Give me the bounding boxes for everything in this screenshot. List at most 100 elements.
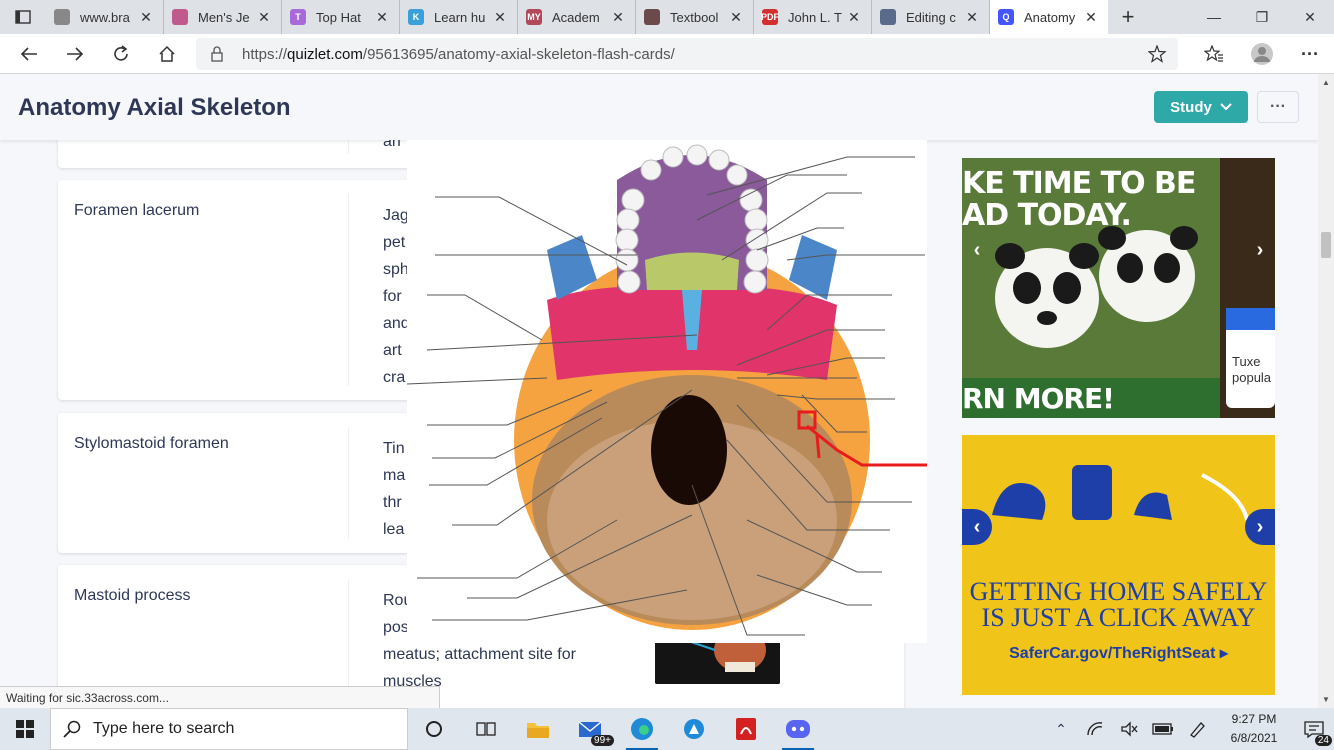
ad-car-line1: GETTING HOME SAFELY: [969, 577, 1268, 606]
tab-2[interactable]: Men's Je ✕: [164, 0, 282, 34]
chevron-left-icon: ‹: [973, 238, 981, 261]
notifications-button[interactable]: 24: [1294, 708, 1334, 750]
tab-5[interactable]: MY Academ ✕: [518, 0, 636, 34]
tab-6[interactable]: Textbool ✕: [636, 0, 754, 34]
ad-next-button[interactable]: ›: [1245, 232, 1275, 268]
settings-menu-button[interactable]: ···: [1286, 34, 1334, 74]
ad-prev-button[interactable]: ‹: [962, 232, 992, 268]
tab-3[interactable]: T Top Hat ✕: [282, 0, 400, 34]
tab-actions-icon[interactable]: [0, 0, 46, 34]
scrollbar-thumb[interactable]: [1321, 232, 1331, 258]
ad-headline-1: KE TIME TO BE: [962, 166, 1196, 201]
pen-icon[interactable]: [1180, 708, 1214, 750]
more-options-button[interactable]: ···: [1257, 91, 1299, 123]
address-bar: https://quizlet.com/95613695/anatomy-axi…: [0, 34, 1334, 74]
close-icon[interactable]: ✕: [963, 9, 981, 26]
tab-7[interactable]: PDF John L. T ✕: [754, 0, 872, 34]
favorites-button[interactable]: [1190, 34, 1238, 74]
favorites-icon: [1204, 45, 1223, 62]
close-icon[interactable]: ✕: [373, 9, 391, 26]
scroll-up-icon[interactable]: ▲: [1318, 78, 1334, 87]
close-icon[interactable]: ✕: [137, 9, 155, 26]
task-view-button[interactable]: [460, 708, 512, 750]
ad-next-button[interactable]: ›: [1245, 509, 1275, 545]
cortana-button[interactable]: [408, 708, 460, 750]
tab-4[interactable]: K Learn hu ✕: [400, 0, 518, 34]
search-placeholder: Type here to search: [93, 720, 235, 737]
textbook-icon: [644, 9, 660, 25]
notification-count: 24: [1314, 735, 1332, 746]
knewton-icon: K: [408, 9, 424, 25]
acrobat-icon: [736, 718, 756, 740]
term-word: Mastoid process: [74, 587, 191, 604]
ad-learn-more: RN MORE!: [962, 382, 1115, 415]
close-icon[interactable]: ✕: [255, 9, 273, 26]
myacademic-icon: MY: [526, 9, 542, 25]
browser-status-bar: Waiting for sic.33across.com...: [0, 686, 440, 708]
maps-button[interactable]: [668, 708, 720, 750]
show-hidden-icons-button[interactable]: ⌃: [1044, 708, 1078, 750]
url-field[interactable]: https://quizlet.com/95613695/anatomy-axi…: [196, 38, 1178, 70]
url-prefix: https://: [242, 45, 288, 63]
search-icon: [63, 720, 81, 738]
ad-car-url[interactable]: SaferCar.gov/TheRightSeat ▸: [962, 643, 1275, 663]
battery-icon[interactable]: [1146, 708, 1180, 750]
edge-icon: [631, 718, 653, 740]
ad-side-text: Tuxe popula: [1232, 354, 1272, 385]
folder-icon: [527, 723, 549, 738]
back-arrow-icon: [20, 46, 37, 61]
avatar-icon: [1251, 43, 1273, 65]
scroll-down-icon[interactable]: ▼: [1318, 695, 1334, 704]
close-icon[interactable]: ✕: [727, 9, 745, 26]
mail-badge: 99+: [591, 735, 614, 746]
car-seat-ad[interactable]: ‹ › GETTING HOME SAFELY IS JUST A CLICK …: [962, 435, 1275, 695]
add-favorite-icon: [1148, 45, 1167, 63]
taskbar-search-box[interactable]: Type here to search: [50, 708, 408, 750]
close-icon[interactable]: ✕: [609, 9, 627, 26]
volume-muted-icon[interactable]: [1112, 708, 1146, 750]
set-header: Anatomy Axial Skeleton Study ···: [0, 74, 1318, 140]
quizlet-icon: Q: [998, 9, 1014, 25]
page-content: Anatomy Axial Skeleton Study ··· an Fora…: [0, 74, 1318, 708]
start-button[interactable]: [0, 708, 50, 750]
mail-button[interactable]: 99+: [564, 708, 616, 750]
close-window-button[interactable]: ✕: [1286, 0, 1334, 34]
forward-button[interactable]: [52, 34, 98, 74]
globe-icon: [54, 9, 70, 25]
close-icon[interactable]: ✕: [845, 9, 863, 26]
compass-icon: [684, 719, 704, 739]
back-button[interactable]: [6, 34, 52, 74]
windows-taskbar: Type here to search 99+ ⌃ 9:27 PM 6/8/20…: [0, 708, 1334, 750]
profile-avatar[interactable]: [1238, 34, 1286, 74]
network-icon[interactable]: [1078, 708, 1112, 750]
close-icon[interactable]: ✕: [491, 9, 509, 26]
tab-strip: www.bra ✕ Men's Je ✕ T Top Hat ✕ K Learn hu ✕ …: [0, 0, 1334, 34]
page-scrollbar[interactable]: ▲ ▼: [1318, 74, 1334, 708]
restore-button[interactable]: ❐: [1238, 0, 1286, 34]
discord-button[interactable]: [772, 708, 824, 750]
panda-ad[interactable]: KE TIME TO BE AD TODAY. RN MORE! Tuxe po…: [962, 158, 1275, 418]
tab-anatomy-active[interactable]: Q Anatomy ✕: [990, 0, 1108, 34]
skull-diagram-popup[interactable]: [407, 140, 927, 643]
clock[interactable]: 9:27 PM 6/8/2021: [1214, 708, 1294, 750]
file-explorer-button[interactable]: [512, 708, 564, 750]
chevron-right-icon: ›: [1256, 515, 1264, 538]
pdf-icon: PDF: [761, 9, 779, 25]
refresh-button[interactable]: [98, 34, 144, 74]
minimize-button[interactable]: —: [1190, 0, 1238, 34]
tab-1[interactable]: www.bra ✕: [46, 0, 164, 34]
ad-car-line2: IS JUST A CLICK AWAY: [981, 603, 1256, 632]
study-button[interactable]: Study: [1154, 91, 1248, 123]
acrobat-button[interactable]: [720, 708, 772, 750]
edge-button[interactable]: [616, 708, 668, 750]
new-tab-button[interactable]: +: [1108, 4, 1148, 30]
close-icon[interactable]: ✕: [1082, 9, 1100, 26]
clock-time: 9:27 PM: [1231, 712, 1277, 726]
url-path: /95613695/anatomy-axial-skeleton-flash-c…: [362, 45, 675, 63]
tophat-icon: T: [290, 9, 306, 25]
cortana-icon: [426, 721, 442, 737]
chevron-up-icon: ⌃: [1055, 720, 1067, 737]
home-button[interactable]: [144, 34, 190, 74]
tab-8[interactable]: Editing c ✕: [872, 0, 990, 34]
chevron-down-icon: [1220, 103, 1232, 111]
